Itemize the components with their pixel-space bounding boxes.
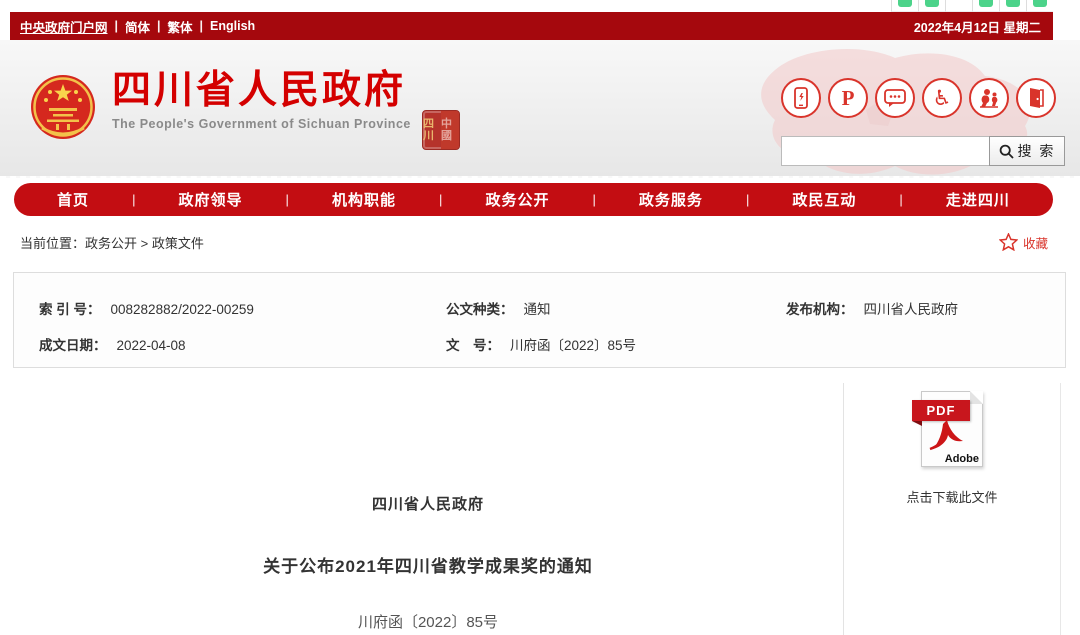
nav-separator: |: [439, 192, 442, 207]
meta-value: 川府函〔2022〕85号: [510, 338, 636, 353]
star-icon: [999, 233, 1018, 251]
separator: |: [157, 19, 161, 33]
separator: |: [200, 19, 204, 33]
toolbar-icon[interactable]: [999, 0, 1026, 12]
link-traditional-chinese[interactable]: 繁体: [168, 17, 193, 36]
wheelchair-glyph: ♿: [933, 88, 952, 109]
meta-value: 2022-04-08: [117, 338, 186, 353]
meta-label: 发布机构：: [786, 302, 854, 317]
wheelchair-accessibility-icon[interactable]: ♿: [922, 78, 962, 118]
meta-label: 成文日期：: [39, 338, 107, 353]
nav-item-public-interaction[interactable]: 政民互动: [792, 189, 856, 210]
topbar-links: 中央政府门户网 | 简体 | 繁体 | English: [10, 17, 255, 36]
right-edge-divider: [1060, 383, 1061, 635]
nav-separator: |: [132, 192, 135, 207]
topbar: 中央政府门户网 | 简体 | 繁体 | English 2022年4月12日 星…: [10, 12, 1053, 40]
sichuan-seal-icon: 四川 中國: [422, 110, 460, 150]
nav-item-government-affairs-disclosure[interactable]: 政务公开: [485, 189, 549, 210]
message-bubble-icon[interactable]: [875, 78, 915, 118]
p-platform-icon[interactable]: P: [828, 78, 868, 118]
pdf-banner: PDF: [912, 400, 970, 421]
pdf-file-icon[interactable]: PDF Adobe: [921, 391, 983, 467]
toolbar-icon[interactable]: [918, 0, 945, 12]
site-brand: 四川省人民政府 The People's Government of Sichu…: [112, 70, 411, 131]
cutoff-toolbar-icons: [891, 0, 1053, 12]
toolbar-icon[interactable]: [1026, 0, 1053, 12]
breadcrumb-link-disclosure[interactable]: 政务公开: [85, 236, 137, 251]
meta-label: 索 引 号：: [39, 302, 101, 317]
breadcrumb: 当前位置：政务公开 > 政策文件: [0, 233, 204, 252]
document-issuer: 四川省人民政府: [13, 493, 843, 514]
adobe-label: Adobe: [945, 453, 979, 465]
meta-label: 公文种类：: [446, 302, 514, 317]
link-central-gov-portal[interactable]: 中央政府门户网: [20, 17, 108, 36]
nav-separator: |: [592, 192, 595, 207]
site-subtitle: The People's Government of Sichuan Provi…: [112, 117, 411, 131]
document-title: 关于公布2021年四川省教学成果奖的通知: [13, 552, 843, 577]
elderly-care-icon[interactable]: [969, 78, 1009, 118]
download-panel: PDF Adobe 点击下载此文件: [844, 375, 1060, 506]
meta-index-number: 索 引 号： 008282882/2022-00259: [39, 298, 254, 318]
search-input[interactable]: [781, 136, 989, 166]
current-date: 2022年4月12日 星期二: [914, 17, 1053, 36]
p-letter: P: [842, 86, 855, 111]
nav-item-government-services[interactable]: 政务服务: [639, 189, 703, 210]
toolbar-icon[interactable]: [891, 0, 918, 12]
document-number: 川府函〔2022〕85号: [13, 611, 843, 632]
nav-item-government-leaders[interactable]: 政府领导: [179, 189, 243, 210]
page: 中央政府门户网 | 简体 | 繁体 | English 2022年4月12日 星…: [0, 0, 1080, 635]
search-button-label: 搜 索: [1018, 141, 1056, 161]
document-meta-box: 索 引 号： 008282882/2022-00259 公文种类： 通知 发布机构：…: [13, 272, 1066, 368]
link-simplified-chinese[interactable]: 简体: [125, 17, 150, 36]
meta-value: 四川省人民政府: [864, 302, 959, 317]
page-fold: [970, 391, 983, 404]
separator: |: [115, 19, 119, 33]
seal-right-chars: 中國: [441, 111, 459, 149]
search-button[interactable]: 搜 索: [989, 136, 1065, 166]
link-english[interactable]: English: [210, 19, 255, 33]
site-header: 四川省人民政府 The People's Government of Sichu…: [0, 40, 1080, 178]
breadcrumb-separator: >: [141, 236, 149, 251]
seal-left-chars: 四川: [423, 111, 441, 149]
toolbar-icon[interactable]: [972, 0, 999, 12]
meta-document-type: 公文种类： 通知: [446, 298, 551, 318]
meta-value: 008282882/2022-00259: [111, 302, 254, 317]
search-icon: [999, 144, 1014, 159]
quick-access-icons: P ♿: [781, 78, 1056, 118]
favorite-button[interactable]: 收藏: [999, 233, 1080, 252]
main-nav: 首页 | 政府领导 | 机构职能 | 政务公开 | 政务服务 | 政民互动 | …: [14, 183, 1053, 216]
mobile-icon[interactable]: [781, 78, 821, 118]
favorite-label: 收藏: [1023, 233, 1048, 252]
nav-separator: |: [899, 192, 902, 207]
download-link[interactable]: 点击下载此文件: [844, 487, 1060, 506]
content-area: 四川省人民政府 关于公布2021年四川省教学成果奖的通知 川府函〔2022〕85…: [13, 375, 1066, 635]
adobe-ribbon-icon: [928, 420, 968, 454]
site-title[interactable]: 四川省人民政府: [112, 70, 411, 113]
meta-issuing-agency: 发布机构： 四川省人民政府: [786, 298, 958, 318]
top-strip: [0, 0, 1080, 12]
breadcrumb-row: 当前位置：政务公开 > 政策文件 收藏: [0, 225, 1080, 259]
nav-separator: |: [746, 192, 749, 207]
meta-value: 通知: [524, 302, 551, 317]
nav-item-institutional-functions[interactable]: 机构职能: [332, 189, 396, 210]
nav-item-about-sichuan[interactable]: 走进四川: [946, 189, 1010, 210]
nav-item-home[interactable]: 首页: [57, 189, 89, 210]
breadcrumb-prefix: 当前位置：: [20, 236, 85, 251]
meta-issue-date: 成文日期： 2022-04-08: [39, 334, 186, 354]
document-body: 四川省人民政府 关于公布2021年四川省教学成果奖的通知 川府函〔2022〕85…: [13, 375, 843, 632]
toolbar-icon[interactable]: [945, 0, 972, 12]
meta-label: 文 号：: [446, 338, 500, 353]
nav-separator: |: [286, 192, 289, 207]
breadcrumb-link-policy-documents[interactable]: 政策文件: [152, 236, 204, 251]
national-emblem-icon: [30, 72, 96, 142]
meta-document-number: 文 号： 川府函〔2022〕85号: [446, 334, 636, 354]
door-login-icon[interactable]: [1016, 78, 1056, 118]
search-bar: 搜 索: [781, 136, 1065, 166]
